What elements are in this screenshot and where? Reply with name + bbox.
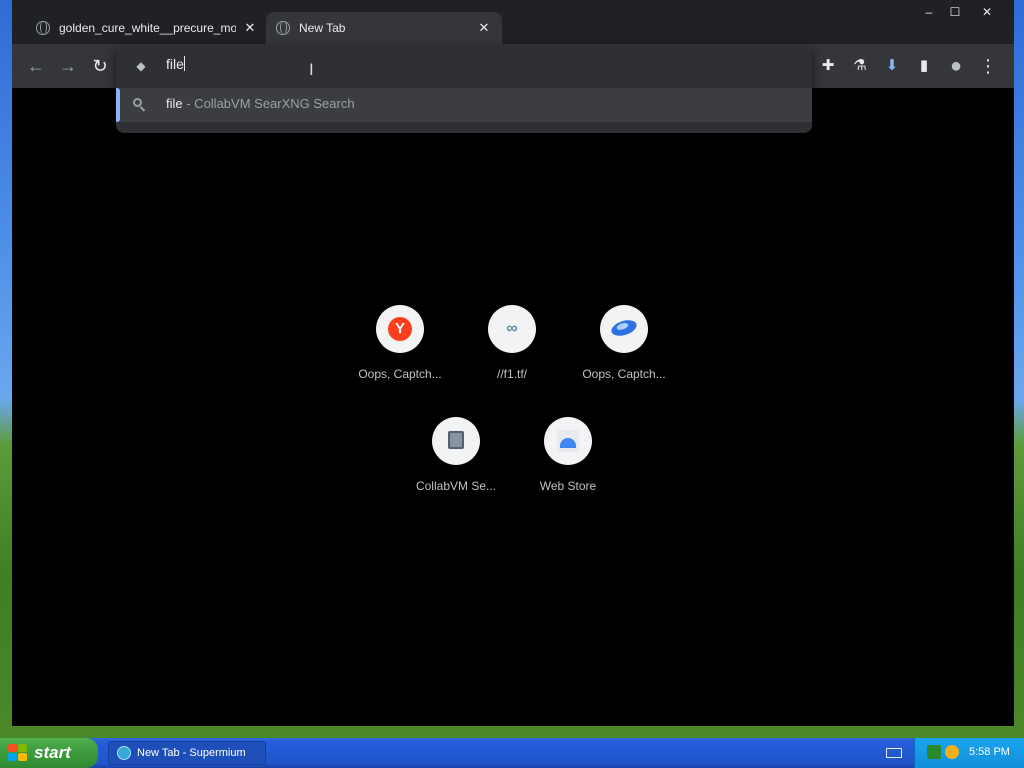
labs-icon[interactable]: ⚗ xyxy=(848,54,872,78)
search-engine-icon: ◆ xyxy=(136,59,146,73)
tray-network-icon[interactable] xyxy=(927,745,941,759)
globe-icon xyxy=(36,21,50,35)
shortcut-label: //f1.tf/ xyxy=(496,367,527,381)
forward-button[interactable]: → xyxy=(56,54,80,78)
keyboard-icon[interactable] xyxy=(886,748,902,758)
shortcut-icon-circle xyxy=(600,305,648,353)
extensions-icon[interactable]: ✚ xyxy=(816,54,840,78)
selection-indicator xyxy=(116,88,120,122)
shortcut-label: Web Store xyxy=(539,479,597,493)
webstore-icon xyxy=(557,430,579,452)
address-input-value: file xyxy=(166,56,184,72)
windows-logo-icon xyxy=(8,744,28,762)
taskbar-item-supermium[interactable]: New Tab - Supermium xyxy=(108,741,266,765)
reload-button[interactable]: ↻ xyxy=(88,54,112,78)
suggestion-text: file - CollabVM SearXNG Search xyxy=(166,96,355,111)
yandex-icon: Y xyxy=(388,317,412,341)
shortcut-label: Oops, Captch... xyxy=(358,367,442,381)
menu-icon[interactable]: ⋮ xyxy=(976,54,1000,78)
start-label: start xyxy=(34,743,71,762)
mouse-cursor-ibeam-icon: Ⅰ xyxy=(309,62,314,79)
omnibox-popup: ◆ file Ⅰ file - CollabVM SearXNG Search xyxy=(116,45,812,133)
shortcut-label: CollabVM Se... xyxy=(415,479,497,493)
tray-security-icon[interactable] xyxy=(945,745,959,759)
tab-golden-cure[interactable]: golden_cure_white__precure_movie ✕ xyxy=(26,12,268,44)
shortcut-icon-circle: ∞ xyxy=(488,305,536,353)
shortcut-label: Oops, Captch... xyxy=(582,367,666,381)
link-icon: ∞ xyxy=(506,320,518,337)
shortcut-tile[interactable]: CollabVM Se... xyxy=(400,417,512,517)
tab-title: New Tab xyxy=(299,21,346,35)
clock[interactable]: 5:58 PM xyxy=(969,746,1010,758)
shortcut-icon-circle xyxy=(432,417,480,465)
tab-close-icon[interactable]: ✕ xyxy=(242,20,258,36)
suggestion-query: file xyxy=(166,96,183,111)
shortcut-icon-circle xyxy=(544,417,592,465)
shortcut-tile[interactable]: Oops, Captch... xyxy=(568,305,680,405)
side-panel-icon[interactable]: ▮ xyxy=(912,54,936,78)
taskbar: start New Tab - Supermium 5:58 PM xyxy=(0,738,1024,768)
suggestion-engine: - CollabVM SearXNG Search xyxy=(182,96,355,111)
supermium-icon xyxy=(117,746,131,760)
shortcut-tile[interactable]: Y Oops, Captch... xyxy=(344,305,456,405)
globe-icon xyxy=(276,21,290,35)
address-bar[interactable]: ◆ file Ⅰ xyxy=(116,45,812,87)
start-button[interactable]: start xyxy=(0,738,98,768)
saucer-icon xyxy=(609,317,639,339)
system-tray: 5:58 PM xyxy=(914,738,1024,768)
window-close-button[interactable]: ✕ xyxy=(972,3,1002,21)
profile-avatar-icon[interactable]: ● xyxy=(944,54,968,78)
tab-strip: golden_cure_white__precure_movie ✕ New T… xyxy=(12,0,1014,44)
text-caret xyxy=(183,56,185,71)
tab-title: golden_cure_white__precure_movie xyxy=(59,21,236,35)
maximize-button[interactable]: ☐ xyxy=(940,3,970,21)
taskbar-item-label: New Tab - Supermium xyxy=(137,747,246,759)
shortcut-tile[interactable]: ∞ //f1.tf/ xyxy=(456,305,568,405)
search-icon xyxy=(132,97,148,113)
tab-new-tab[interactable]: New Tab ✕ xyxy=(266,12,502,44)
tab-close-icon[interactable]: ✕ xyxy=(476,20,492,36)
shortcut-icon-circle: Y xyxy=(376,305,424,353)
collabvm-icon xyxy=(448,431,464,449)
download-icon[interactable]: ⬇ xyxy=(880,54,904,78)
shortcut-tile[interactable]: Web Store xyxy=(512,417,624,517)
browser-window: golden_cure_white__precure_movie ✕ New T… xyxy=(12,0,1014,726)
back-button[interactable]: ← xyxy=(24,54,48,78)
omnibox-suggestion[interactable]: file - CollabVM SearXNG Search xyxy=(116,88,812,122)
address-input[interactable]: file xyxy=(166,56,185,72)
